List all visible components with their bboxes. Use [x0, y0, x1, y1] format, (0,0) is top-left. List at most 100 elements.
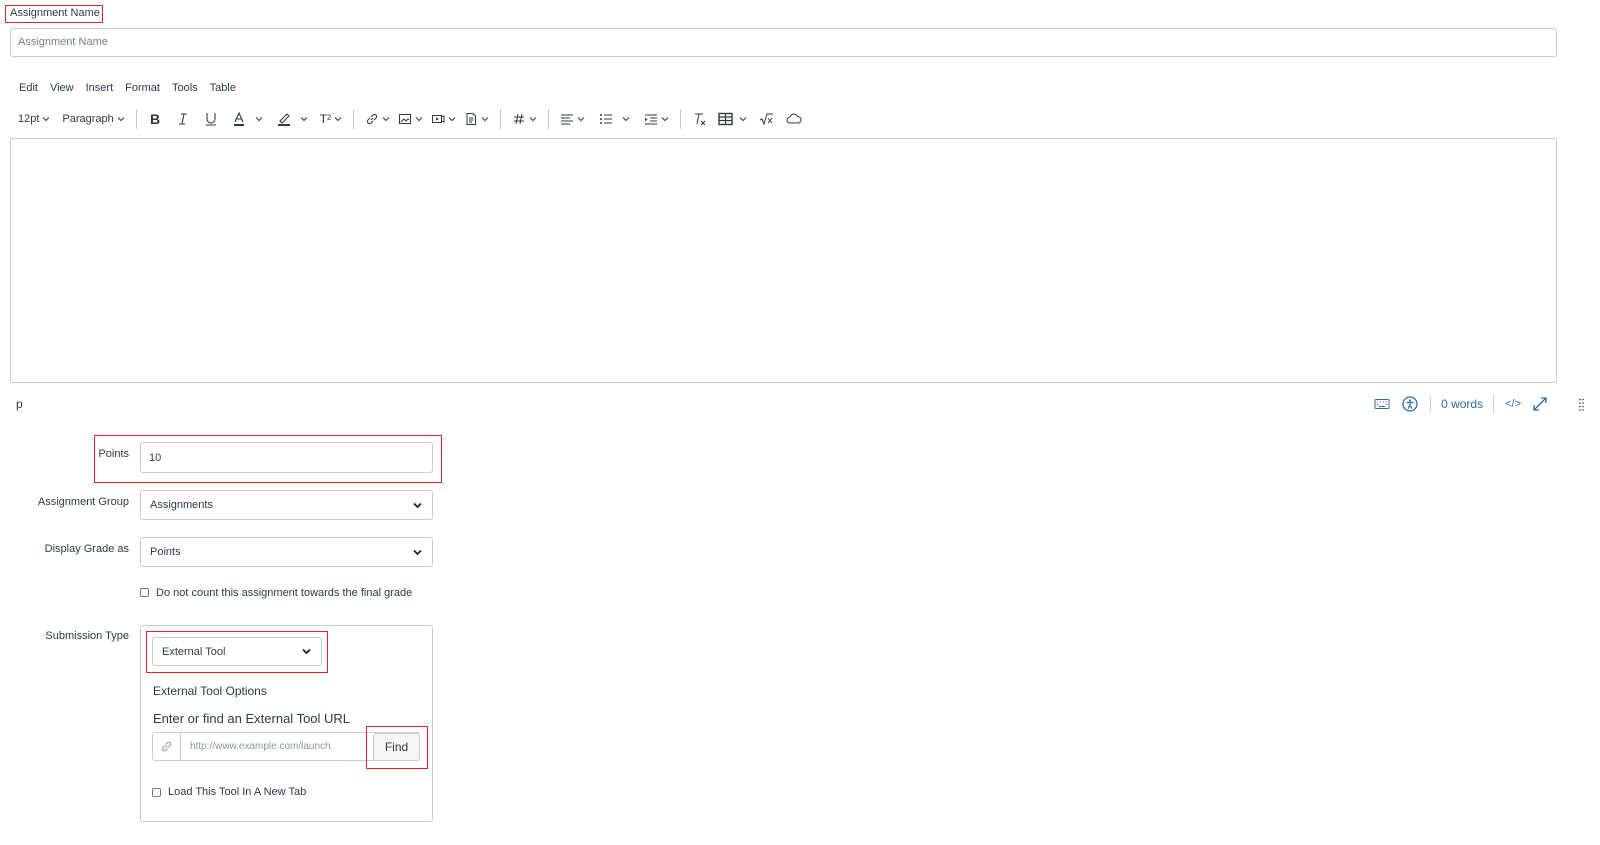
toolbar-divider	[500, 109, 502, 129]
display-grade-select[interactable]: Points	[140, 537, 433, 567]
rich-text-editor-area[interactable]	[10, 138, 1557, 383]
bold-icon: B	[150, 112, 160, 126]
cloud-icon	[786, 113, 802, 124]
url-prefix-cell	[153, 733, 181, 760]
menu-insert[interactable]: Insert	[86, 82, 114, 96]
chevron-down-icon	[302, 648, 311, 655]
assignment-name-label: Assignment Name	[10, 7, 100, 19]
text-color-button[interactable]	[228, 108, 267, 130]
status-divider	[1430, 395, 1432, 413]
chevron-down-icon	[43, 117, 50, 122]
media-icon	[432, 115, 445, 123]
list-button[interactable]	[595, 108, 634, 130]
new-tab-label[interactable]: Load This Tool In A New Tab	[168, 786, 306, 798]
find-button[interactable]: Find	[373, 733, 420, 761]
underline-icon	[205, 113, 216, 126]
menu-format[interactable]: Format	[125, 82, 160, 96]
plug-icon	[514, 113, 525, 125]
new-tab-checkbox[interactable]	[152, 788, 161, 797]
chevron-down-icon	[382, 117, 390, 122]
html-editor-toggle[interactable]: </>	[1505, 395, 1521, 413]
external-tool-options-title: External Tool Options	[153, 684, 267, 698]
square-root-icon	[759, 113, 774, 126]
menu-view[interactable]: View	[50, 82, 74, 96]
submission-type-select[interactable]: External Tool	[152, 637, 322, 666]
chevron-down-icon	[415, 117, 423, 122]
block-format-value: Paragraph	[62, 113, 114, 125]
editor-status-right: 0 words </>	[1368, 394, 1554, 414]
keyboard-shortcuts-icon[interactable]	[1373, 395, 1391, 413]
menu-table[interactable]: Table	[210, 82, 236, 96]
submission-type-label: Submission Type	[45, 630, 129, 642]
align-left-icon	[561, 114, 574, 125]
table-icon	[718, 112, 733, 126]
italic-icon	[178, 113, 187, 125]
chevron-down-icon	[117, 117, 125, 122]
align-button[interactable]	[556, 108, 589, 130]
display-grade-value: Points	[150, 546, 181, 558]
chevron-down-icon	[481, 117, 489, 122]
highlight-color-button[interactable]	[273, 108, 312, 130]
link-button[interactable]	[361, 108, 394, 130]
chevron-down-icon	[529, 117, 537, 122]
document-icon	[466, 113, 477, 125]
editor-menubar: Edit View Insert Format Tools Table	[19, 82, 236, 96]
chevron-down-icon	[255, 117, 263, 122]
clear-formatting-icon	[695, 113, 706, 126]
assignment-group-label: Assignment Group	[37, 496, 129, 508]
chevron-down-icon	[448, 117, 456, 122]
toolbar-divider	[680, 109, 682, 129]
bullet-list-icon	[600, 114, 613, 124]
media-button[interactable]	[427, 108, 460, 130]
omit-final-grade-checkbox[interactable]	[140, 588, 149, 597]
indent-button[interactable]	[640, 108, 673, 130]
display-grade-label: Display Grade as	[44, 543, 129, 555]
block-format-dropdown[interactable]: Paragraph	[58, 108, 128, 130]
chevron-down-icon	[334, 117, 342, 122]
toolbar-divider	[135, 109, 137, 129]
chevron-down-icon	[622, 117, 630, 122]
accessibility-checker-icon[interactable]	[1401, 395, 1419, 413]
points-input[interactable]: 10	[140, 442, 433, 473]
menu-tools[interactable]: Tools	[172, 82, 198, 96]
submission-type-value: External Tool	[162, 645, 226, 658]
superscript-button[interactable]: T²	[316, 108, 346, 130]
document-button[interactable]	[460, 108, 493, 130]
table-button[interactable]	[714, 108, 751, 130]
underline-button[interactable]	[200, 108, 222, 130]
image-icon	[399, 114, 412, 124]
superscript-icon: T²	[319, 112, 332, 126]
italic-button[interactable]	[172, 108, 194, 130]
resize-grip-icon[interactable]	[1579, 398, 1584, 412]
apps-button[interactable]	[508, 108, 541, 130]
points-label: Points	[98, 448, 129, 460]
equation-button[interactable]	[755, 108, 778, 130]
svg-text:B: B	[150, 112, 160, 126]
menu-edit[interactable]: Edit	[19, 82, 38, 96]
upload-cloud-button[interactable]	[782, 108, 806, 130]
assignment-group-value: Assignments	[150, 499, 213, 511]
chevron-down-icon	[739, 117, 747, 122]
word-count[interactable]: 0 words	[1441, 397, 1483, 411]
element-path[interactable]: p	[16, 397, 23, 411]
bold-button[interactable]: B	[144, 108, 166, 130]
chevron-down-icon	[577, 117, 585, 122]
toolbar-divider	[548, 109, 550, 129]
omit-final-grade-label[interactable]: Do not count this assignment towards the…	[156, 587, 412, 599]
text-color-icon	[233, 112, 244, 126]
chevron-down-icon	[413, 549, 422, 555]
chevron-down-icon	[413, 502, 422, 508]
link-icon	[161, 741, 172, 752]
chevron-down-icon	[661, 117, 669, 122]
clear-formatting-button[interactable]	[688, 108, 710, 130]
fullscreen-icon[interactable]	[1531, 395, 1549, 413]
assignment-group-select[interactable]: Assignments	[140, 490, 433, 520]
font-size-dropdown[interactable]: 12pt	[14, 108, 54, 130]
font-size-value: 12pt	[18, 113, 40, 125]
image-button[interactable]	[394, 108, 427, 130]
toolbar-divider	[353, 109, 355, 129]
assignment-name-input[interactable]: Assignment Name	[10, 28, 1557, 57]
indent-icon	[645, 114, 658, 125]
editor-toolbar: 12pt Paragraph B T²	[14, 108, 806, 130]
status-divider	[1493, 395, 1495, 413]
